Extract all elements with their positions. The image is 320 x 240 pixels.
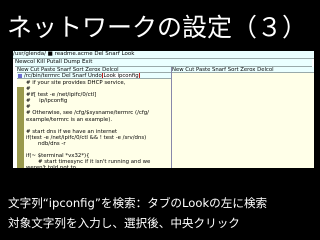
caption-line-1: 文字列“ipconfig”を検索：タブのLookの左に検索 bbox=[8, 196, 268, 210]
scrollbar[interactable] bbox=[17, 80, 24, 168]
window-square-icon[interactable] bbox=[18, 73, 22, 78]
termrc-window-tag[interactable]: /rc/bin/termrc Del Snarf Undo Look ipcon… bbox=[17, 73, 171, 79]
acme-top-tag[interactable]: /usr/glenda/ ■ readme.acme Del Snarf Loo… bbox=[13, 51, 314, 59]
slide-title: ネットワークの設定（３） bbox=[7, 13, 308, 42]
termrc-path[interactable]: /rc/bin/termrc Del Snarf Undo bbox=[24, 73, 102, 78]
left-column: New Cut Paste Snarf Sort Zerox Delcol /r… bbox=[17, 67, 172, 168]
right-column: New Cut Paste Snarf Sort Zerox Delcol bbox=[172, 67, 314, 168]
termrc-body[interactable]: # if your site provides DHCP service, # … bbox=[26, 80, 169, 168]
caption-line-2: 対象文字列を入力し、選択後、中央クリック bbox=[8, 216, 240, 230]
look-ipconfig-tag[interactable]: Look ipconfig bbox=[102, 73, 140, 78]
scrollbar-thumb[interactable] bbox=[17, 80, 24, 87]
acme-column-tag[interactable]: Newcol Kill Putall Dump Exit bbox=[15, 59, 312, 67]
right-column-tag[interactable]: New Cut Paste Snarf Sort Zerox Delcol bbox=[172, 67, 314, 73]
acme-window: /usr/glenda/ ■ readme.acme Del Snarf Loo… bbox=[13, 51, 314, 168]
